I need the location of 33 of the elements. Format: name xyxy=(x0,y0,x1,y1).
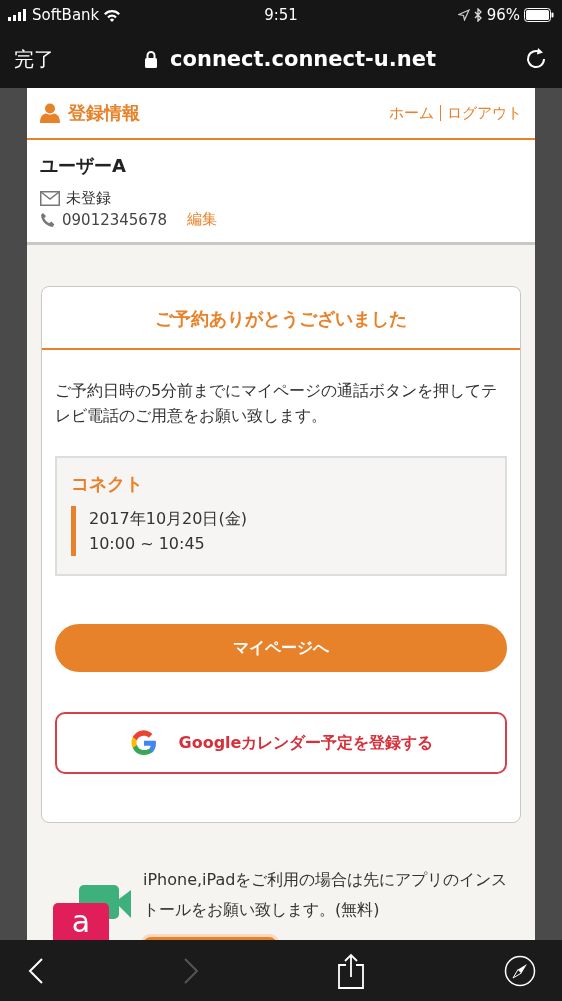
person-icon xyxy=(40,103,60,123)
section-title: 登録情報 xyxy=(68,101,140,125)
reload-icon[interactable] xyxy=(526,47,548,71)
bluetooth-icon xyxy=(473,8,483,22)
location-icon xyxy=(457,9,470,21)
google-icon xyxy=(128,728,159,758)
compass-icon[interactable] xyxy=(503,954,536,987)
done-button[interactable]: 完了 xyxy=(14,45,54,73)
reservation-name: コネクト xyxy=(71,472,144,496)
share-icon[interactable] xyxy=(337,952,366,989)
signal-icon xyxy=(8,9,28,21)
phone-icon xyxy=(40,211,56,228)
card-title: ご予約ありがとうございました xyxy=(42,287,520,350)
user-name: ユーザーA xyxy=(40,154,127,178)
phone-number: 09012345678 xyxy=(62,210,167,229)
mypage-button[interactable]: マイページへ xyxy=(55,624,507,672)
header-link[interactable]: ホーム xyxy=(389,103,434,123)
battery-percent: 96% xyxy=(486,6,520,24)
edit-link[interactable]: 編集 xyxy=(187,210,217,229)
header-link[interactable]: ログアウト xyxy=(447,103,522,123)
wifi-icon xyxy=(103,8,122,22)
message-text: ご予約日時の5分前までにマイページの通話ボタンを押してテレビ電話のご用意をお願い致します。 xyxy=(55,380,499,427)
app-install-text: iPhone,iPadをご利用の場合は先にアプリのインストールをお願い致します。(無料) xyxy=(143,869,509,921)
clock-time: 9:51 xyxy=(264,6,298,24)
mail-icon xyxy=(40,191,60,206)
lock-icon xyxy=(144,50,159,68)
reservation-time: 10:00 ~ 10:45 xyxy=(89,533,206,555)
email-status: 未登録 xyxy=(66,189,111,208)
reservation-date: 2017年10月20日(金) xyxy=(89,508,248,530)
calendar-button[interactable]: Googleカレンダー予定を登録する xyxy=(55,712,507,774)
carrier-name: SoftBank xyxy=(32,6,100,24)
battery-icon xyxy=(524,8,554,22)
back-icon[interactable] xyxy=(28,956,44,985)
